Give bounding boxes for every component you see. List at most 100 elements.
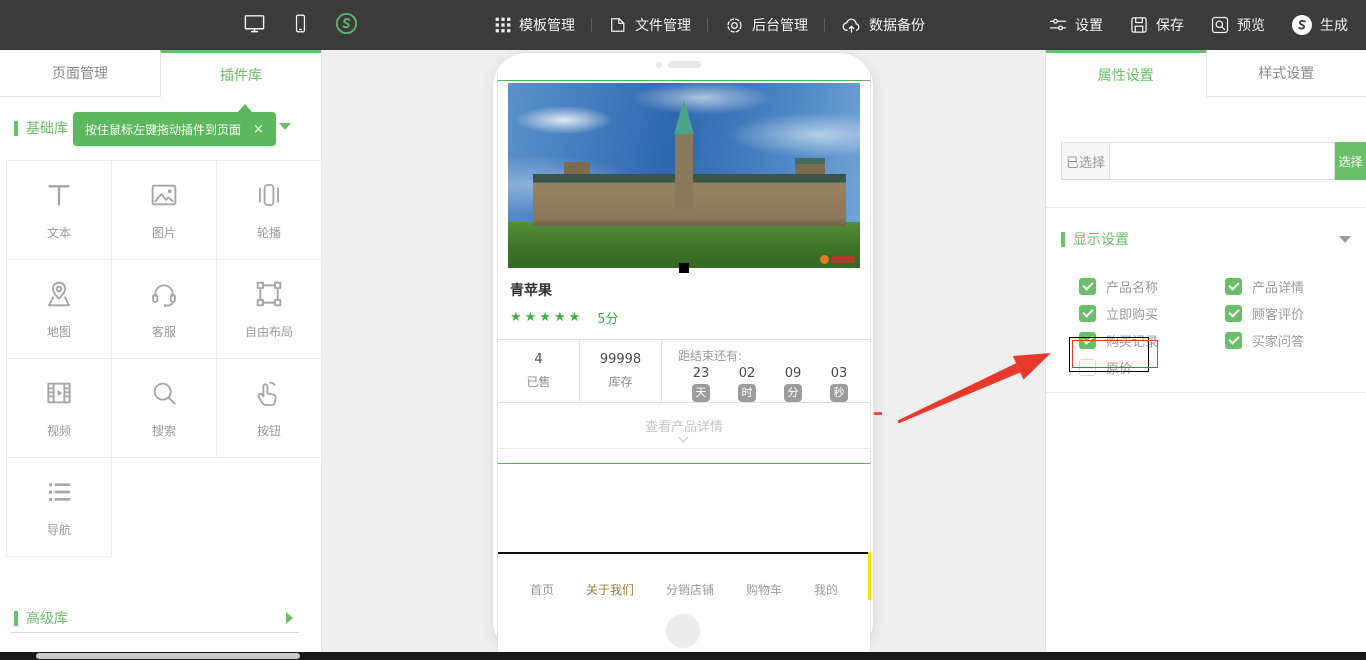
horizontal-scrollbar-track [0,652,1366,660]
red-dash-marker [874,412,882,415]
action-label: 生成 [1320,15,1348,35]
option-buy-now: 立即购买 [1079,305,1225,322]
settings-button[interactable]: 设置 [1048,15,1103,35]
plugin-library-panel: 页面管理 插件库 基础库 按住鼠标左键拖动插件到页面 × 文本 图片 轮播 [0,50,322,652]
countdown-days: 23天 [678,366,724,402]
horizontal-scrollbar-thumb[interactable] [36,653,300,659]
countdown-hours: 02时 [724,366,770,402]
option-purchase-records: 购买记录 [1079,332,1225,349]
phone-screen: 青苹果 ★★★★★ 5分 4 已售 99998 库存 [497,75,871,652]
plugin-image[interactable]: 图片 [111,160,217,260]
option-original-price: 原价 [1079,359,1225,376]
brand-link-icon[interactable] [335,12,358,39]
plugin-search[interactable]: 搜索 [111,358,217,458]
plugin-text[interactable]: 文本 [6,160,112,260]
plugin-video[interactable]: 视频 [6,358,112,458]
nav-about-us[interactable]: 关于我们 [586,581,634,598]
phone-camera-dot [656,62,662,68]
tab-property-settings[interactable]: 属性设置 [1046,50,1206,97]
option-buyer-qa: 买家问答 [1225,332,1366,349]
plugin-map[interactable]: 地图 [6,259,112,359]
plugin-button[interactable]: 按钮 [216,358,322,458]
view-details-link[interactable]: 查看产品详情 [498,403,870,449]
image-lawn [508,222,860,268]
save-button[interactable]: 保存 [1129,15,1184,35]
plugin-free-layout[interactable]: 自由布局 [216,259,322,359]
checkbox-checked[interactable] [1225,278,1242,295]
countdown-minutes: 09分 [770,366,816,402]
chevron-down-icon[interactable] [279,123,291,130]
headset-icon [148,278,180,314]
phone-speaker [668,61,701,68]
checkbox-checked[interactable] [1079,305,1096,322]
menu-label: 后台管理 [752,15,808,35]
rating-row: ★★★★★ 5分 [498,300,870,339]
checkbox-checked[interactable] [1079,332,1096,349]
tab-page-management[interactable]: 页面管理 [0,50,160,97]
menu-template-management[interactable]: 模板管理 [494,15,575,35]
smartphone-icon[interactable] [290,12,311,39]
selected-label: 已选择 [1061,142,1110,180]
divider [10,632,299,633]
plugin-carousel[interactable]: 轮播 [216,160,322,260]
generate-button[interactable]: 生成 [1291,14,1348,36]
section-bar [1061,232,1065,247]
product-image[interactable] [508,83,860,268]
display-settings-header: 显示设置 [1061,229,1351,249]
topbar-actions: 设置 保存 预览 生成 [1048,0,1348,50]
rating-score: 5分 [597,308,618,327]
checkbox-checked[interactable] [1225,332,1242,349]
desktop-monitor-icon[interactable] [243,12,266,39]
tab-style-settings[interactable]: 样式设置 [1206,50,1366,97]
chevron-right-icon[interactable] [286,612,293,624]
empty-content-block[interactable] [498,464,870,552]
phone-home-button [666,614,700,648]
advanced-library-label: 高级库 [26,608,68,628]
image-clock-tower [675,134,693,210]
divider [1046,207,1366,208]
select-button[interactable]: 选择 [1335,142,1366,180]
option-product-details: 产品详情 [1225,278,1366,295]
option-customer-reviews: 顾客评价 [1225,305,1366,322]
search-icon [148,377,180,413]
display-settings-label: 显示设置 [1073,229,1129,249]
stock-stat: 99998 库存 [580,340,662,402]
topbar-menu: 模板管理 文件管理 后台管理 数据备份 [494,0,925,50]
device-toggle-group [243,0,358,50]
action-label: 预览 [1237,15,1265,35]
nav-home[interactable]: 首页 [530,581,554,598]
preview-icon [1210,15,1230,35]
basic-library-label: 基础库 [26,118,68,138]
plugin-customer-service[interactable]: 客服 [111,259,217,359]
menu-label: 文件管理 [635,15,691,35]
sliders-icon [1048,15,1068,35]
selected-plugin-row: 已选择 选择 [1061,142,1366,180]
resize-handle[interactable] [679,263,689,273]
checkbox-checked[interactable] [1225,305,1242,322]
menu-label: 模板管理 [519,15,575,35]
preview-button[interactable]: 预览 [1210,15,1265,35]
menu-data-backup[interactable]: 数据备份 [841,15,925,36]
option-product-name: 产品名称 [1079,278,1225,295]
tooltip-close-icon[interactable]: × [251,122,266,137]
plugin-navigation[interactable]: 导航 [6,457,112,557]
plugin-grid: 文本 图片 轮播 地图 客服 自由布局 [6,160,324,560]
nav-cart[interactable]: 购物车 [746,581,782,598]
menu-backend-management[interactable]: 后台管理 [724,15,808,36]
chevron-down-icon[interactable] [1339,236,1351,243]
sold-stat: 4 已售 [498,340,580,402]
checkbox-checked[interactable] [1079,278,1096,295]
menu-file-management[interactable]: 文件管理 [608,15,691,35]
topbar: 模板管理 文件管理 后台管理 数据备份 设置 [0,0,1366,50]
tap-hand-icon [253,377,285,413]
checkbox-unchecked[interactable] [1079,359,1096,376]
tab-plugin-library[interactable]: 插件库 [160,50,321,97]
file-icon [608,15,628,35]
save-icon [1129,15,1149,35]
nav-distribution-shop[interactable]: 分销店铺 [666,581,714,598]
product-module-selected[interactable]: 青苹果 ★★★★★ 5分 4 已售 99998 库存 [498,80,870,464]
selected-plugin-input[interactable] [1110,142,1335,180]
advanced-library-header: 高级库 [14,608,293,628]
generate-icon [1291,14,1313,36]
nav-mine[interactable]: 我的 [814,581,838,598]
